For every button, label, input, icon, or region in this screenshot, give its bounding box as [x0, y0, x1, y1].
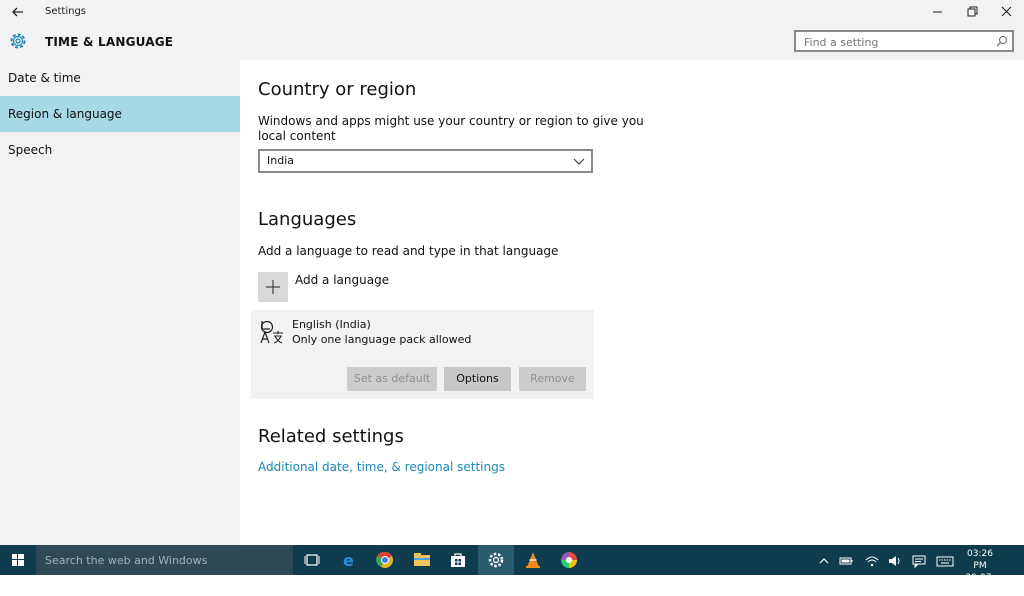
- clock-time: 03:26 PM: [967, 549, 993, 571]
- gear-icon: [488, 552, 504, 568]
- taskbar: Search the web and Windows e 03:26 PM 30…: [0, 545, 1024, 595]
- country-selected-value: India: [267, 154, 294, 167]
- add-language-button[interactable]: [258, 272, 288, 302]
- restore-icon: [967, 6, 978, 17]
- additional-regional-settings-link[interactable]: Additional date, time, & regional settin…: [258, 460, 505, 474]
- gear-icon: [8, 31, 28, 51]
- show-hidden-icons-icon[interactable]: [817, 553, 831, 567]
- languages-heading: Languages: [258, 209, 357, 230]
- chrome-icon[interactable]: [374, 550, 396, 570]
- language-item[interactable]: English (India) Only one language pack a…: [251, 310, 594, 399]
- svg-text:e: e: [343, 551, 354, 570]
- close-icon: [1001, 6, 1012, 17]
- start-button[interactable]: [0, 545, 36, 575]
- store-icon[interactable]: [447, 550, 469, 570]
- plus-icon: [266, 280, 280, 294]
- language-note: Only one language pack allowed: [292, 333, 472, 346]
- remove-button[interactable]: Remove: [519, 367, 586, 391]
- edge-browser-icon[interactable]: e: [338, 550, 360, 570]
- vlc-icon[interactable]: [522, 550, 544, 570]
- task-view-icon[interactable]: [301, 550, 323, 570]
- file-explorer-icon[interactable]: [411, 550, 433, 570]
- settings-taskbar-button[interactable]: [478, 545, 514, 575]
- sidebar-item-date-time[interactable]: Date & time: [0, 60, 240, 96]
- minimize-button[interactable]: [920, 0, 954, 24]
- chevron-down-icon: [573, 158, 585, 165]
- add-language-label[interactable]: Add a language: [295, 273, 389, 287]
- sidebar-item-label: Region & language: [8, 107, 122, 121]
- picasa-icon[interactable]: [558, 550, 580, 570]
- sidebar-item-label: Speech: [8, 143, 53, 157]
- clock-date: 30-07-2015: [965, 573, 995, 595]
- search-input[interactable]: [802, 34, 996, 50]
- main-content: Country or region Windows and apps might…: [240, 60, 1024, 545]
- set-as-default-button[interactable]: Set as default: [347, 367, 437, 391]
- taskbar-search-placeholder: Search the web and Windows: [45, 554, 208, 567]
- country-dropdown[interactable]: India: [258, 149, 593, 173]
- search-icon[interactable]: [996, 35, 1008, 47]
- sidebar-item-speech[interactable]: Speech: [0, 132, 240, 168]
- minimize-icon: [933, 11, 942, 13]
- language-icon: [260, 320, 283, 344]
- window-title: Settings: [45, 6, 87, 17]
- country-heading: Country or region: [258, 79, 417, 100]
- languages-description: Add a language to read and type in that …: [258, 244, 559, 258]
- sidebar-item-region-language[interactable]: Region & language: [0, 96, 240, 132]
- options-button[interactable]: Options: [444, 367, 511, 391]
- restore-button[interactable]: [955, 0, 989, 24]
- section-title: TIME & LANGUAGE: [45, 35, 174, 49]
- sidebar: Date & time Region & language Speech: [0, 60, 240, 545]
- back-button[interactable]: [6, 2, 30, 22]
- title-bar: Settings: [0, 0, 1024, 24]
- country-description-line1: Windows and apps might use your country …: [258, 114, 644, 128]
- country-description-line2: local content: [258, 129, 336, 143]
- sidebar-item-label: Date & time: [8, 71, 81, 85]
- taskbar-search[interactable]: Search the web and Windows: [36, 545, 293, 575]
- close-button[interactable]: [990, 0, 1024, 24]
- wifi-icon[interactable]: [865, 553, 879, 567]
- keyboard-icon[interactable]: [936, 553, 954, 567]
- back-arrow-icon: [12, 7, 23, 17]
- battery-icon[interactable]: [839, 553, 853, 567]
- related-settings-heading: Related settings: [258, 426, 404, 447]
- system-clock[interactable]: 03:26 PM 30-07-2015: [960, 548, 1000, 596]
- settings-header: TIME & LANGUAGE: [0, 24, 1024, 60]
- language-name: English (India): [292, 318, 371, 331]
- action-center-icon[interactable]: [912, 553, 926, 569]
- volume-icon[interactable]: [888, 553, 902, 567]
- find-setting-search[interactable]: [794, 30, 1014, 52]
- windows-logo-icon: [12, 554, 24, 566]
